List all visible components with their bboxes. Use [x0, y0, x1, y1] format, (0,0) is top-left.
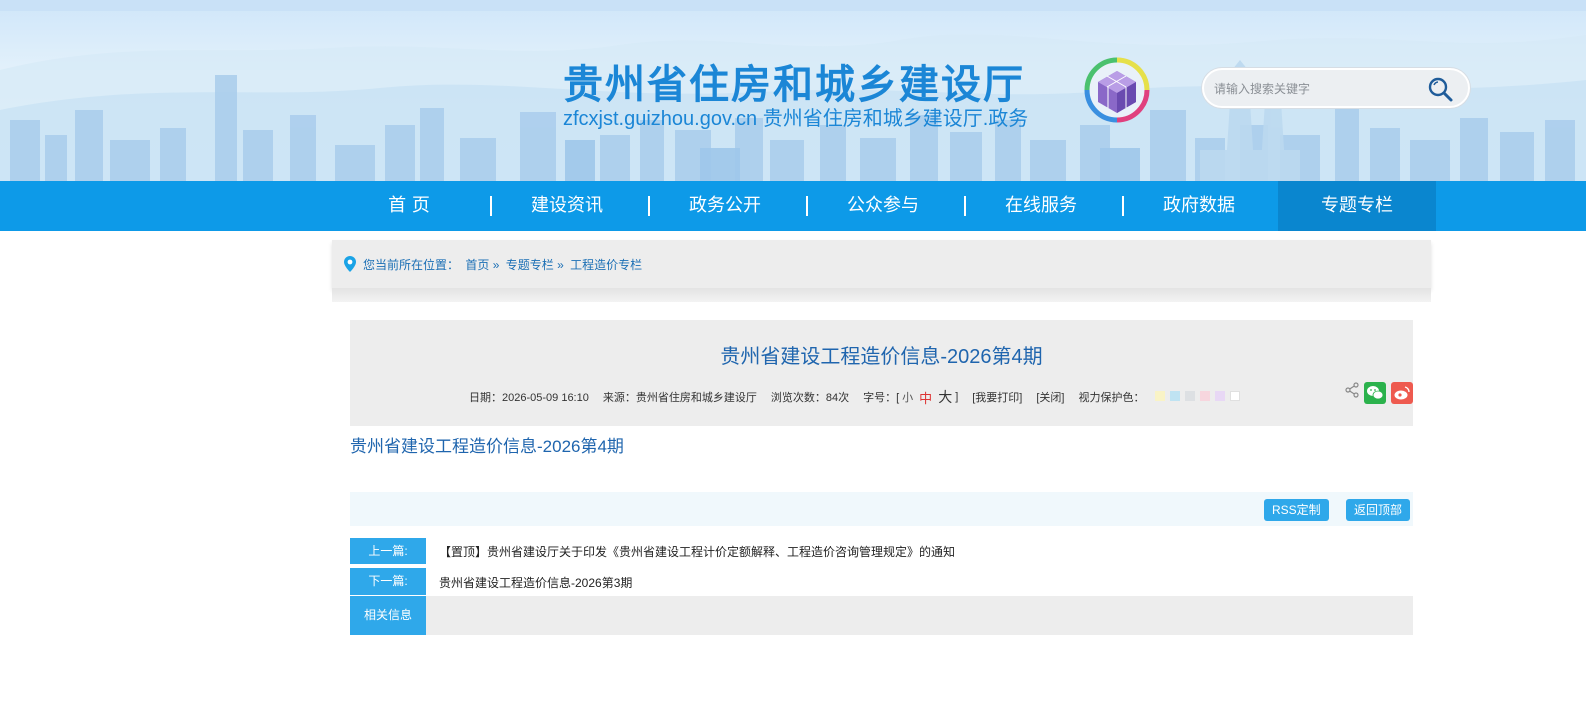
related-info-row: 相关信息 — [350, 596, 1413, 635]
nav-item-label: 建设资讯 — [531, 195, 603, 216]
eye-protect-swatch[interactable] — [1214, 390, 1225, 401]
article-toolbar: RSS定制 返回顶部 — [350, 492, 1413, 526]
eye-protect-swatch[interactable] — [1229, 390, 1240, 401]
province-emblem-icon — [1084, 57, 1150, 123]
nav-item-topics[interactable]: 专题专栏 — [1278, 181, 1436, 231]
breadcrumb-home-link[interactable]: 首页 — [465, 258, 489, 272]
article-date: 日期：2026-05-09 16:10 — [469, 392, 589, 404]
font-size-label: 字号：[ — [863, 392, 900, 404]
search-input[interactable] — [1214, 79, 1414, 99]
eye-protect-swatches — [1154, 390, 1245, 404]
article-body-title: 贵州省建设工程造价信息-2026第4期 — [350, 437, 624, 456]
search-box — [1202, 68, 1470, 108]
close-button[interactable]: [关闭] — [1036, 389, 1064, 405]
rss-subscribe-button[interactable]: RSS定制 — [1264, 499, 1329, 521]
breadcrumb-prefix: 您当前所在位置： — [363, 258, 460, 272]
font-size-medium-button[interactable]: 中 — [919, 388, 932, 407]
article-views: 浏览次数：84次 — [770, 392, 850, 404]
wechat-share-icon[interactable] — [1364, 382, 1386, 404]
article-header: 贵州省建设工程造价信息-2026第4期 日期：2026-05-09 16:10 … — [350, 320, 1413, 426]
nav-item-news[interactable]: 建设资讯 — [488, 181, 650, 231]
nav-item-label: 政务公开 — [689, 195, 761, 216]
main-nav: 首 页 建设资讯 政务公开 公众参与 在线服务 政府数据 专题专栏 — [0, 181, 1586, 231]
article-meta: 日期：2026-05-09 16:10 来源：贵州省住房和城乡建设厅 浏览次数：… — [469, 387, 1245, 407]
font-size-small-button[interactable]: 小 — [902, 389, 913, 405]
breadcrumb-separator: » — [557, 258, 564, 272]
breadcrumb-cost-column-link[interactable]: 工程造价专栏 — [570, 258, 642, 272]
article-source: 来源：贵州省住房和城乡建设厅 — [602, 392, 757, 404]
nav-item-gov-info[interactable]: 政务公开 — [646, 181, 808, 231]
nav-item-public[interactable]: 公众参与 — [804, 181, 966, 231]
nav-item-gov-data[interactable]: 政府数据 — [1120, 181, 1282, 231]
share-icon[interactable] — [1344, 382, 1360, 398]
eye-protect-swatch[interactable] — [1184, 390, 1195, 401]
eye-protect-swatch[interactable] — [1154, 390, 1165, 401]
nav-item-label: 专题专栏 — [1321, 195, 1393, 216]
next-article-row: 下一篇: 贵州省建设工程造价信息-2026第3期 — [350, 568, 1413, 595]
breadcrumb-shadow-bar — [332, 288, 1431, 302]
nav-item-label: 在线服务 — [1005, 195, 1077, 216]
related-info-label: 相关信息 — [350, 596, 426, 635]
search-icon[interactable] — [1426, 75, 1454, 103]
eye-protect-swatch[interactable] — [1199, 390, 1210, 401]
location-pin-icon — [344, 256, 356, 272]
nav-item-label: 公众参与 — [847, 195, 919, 216]
back-to-top-button[interactable]: 返回顶部 — [1346, 499, 1411, 521]
site-banner: 贵州省住房和城乡建设厅 zfcxjst.guizhou.gov.cn 贵州省住房… — [0, 0, 1586, 181]
font-size-close-bracket: ] — [955, 391, 959, 403]
next-article-link[interactable]: 贵州省建设工程造价信息-2026第3期 — [439, 574, 632, 591]
site-subtitle: zfcxjst.guizhou.gov.cn 贵州省住房和城乡建设厅.政务 — [563, 108, 1029, 130]
prev-article-label: 上一篇: — [350, 538, 426, 564]
prev-article-row: 上一篇: 【置顶】贵州省建设厅关于印发《贵州省建设工程计价定额解释、工程造价咨询… — [350, 538, 1413, 564]
eye-protect-label: 视力保护色： — [1078, 392, 1145, 404]
nav-item-label: 政府数据 — [1163, 195, 1235, 216]
next-article-label: 下一篇: — [350, 568, 426, 595]
weibo-share-icon[interactable] — [1391, 382, 1413, 404]
breadcrumb-topics-link[interactable]: 专题专栏 — [506, 258, 554, 272]
breadcrumb-separator: » — [492, 258, 500, 272]
print-button[interactable]: [我要打印] — [972, 389, 1022, 405]
eye-protect-swatch[interactable] — [1169, 390, 1180, 401]
breadcrumb: 您当前所在位置： 首页 » 专题专栏 » 工程造价专栏 — [332, 240, 1431, 288]
nav-item-online-service[interactable]: 在线服务 — [962, 181, 1124, 231]
prev-article-link[interactable]: 【置顶】贵州省建设厅关于印发《贵州省建设工程计价定额解释、工程造价咨询管理规定》… — [439, 543, 955, 560]
font-size-large-button[interactable]: 大 — [938, 387, 952, 407]
article-title: 贵州省建设工程造价信息-2026第4期 — [720, 346, 1043, 368]
nav-item-label: 首 页 — [388, 195, 430, 216]
nav-item-home[interactable]: 首 页 — [330, 181, 492, 231]
